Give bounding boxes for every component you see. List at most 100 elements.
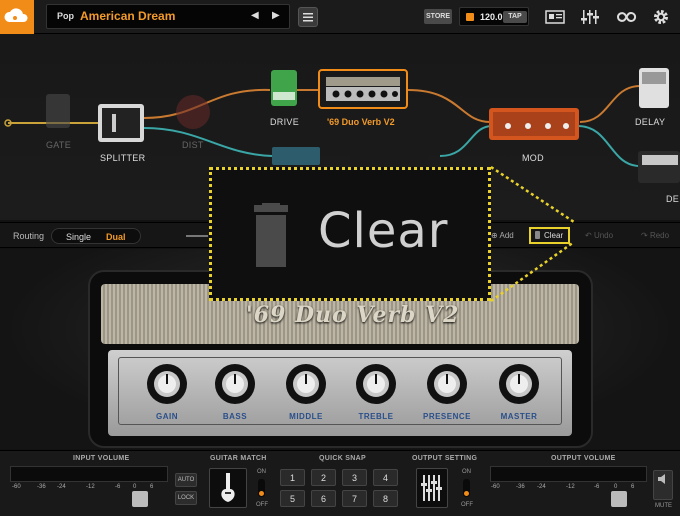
store-button[interactable]: STORE — [424, 9, 452, 24]
routing-divider — [186, 235, 208, 237]
guitar-icon — [221, 473, 235, 502]
mute-button[interactable] — [653, 470, 673, 500]
quick-snap-title: QUICK SNAP — [319, 455, 366, 462]
routing-dual-option[interactable]: Dual — [106, 232, 126, 242]
undo-icon: ↶ — [585, 231, 594, 240]
middle-label: MIDDLE — [289, 412, 323, 421]
snap-5-button[interactable]: 5 — [280, 490, 305, 507]
amp-logo: '69 Duo Verb V2 — [246, 302, 460, 328]
delay-2-label[interactable]: DE — [666, 194, 679, 204]
gain-knob[interactable] — [145, 362, 189, 406]
cloud-logo-icon[interactable] — [0, 0, 34, 34]
master-knob[interactable] — [497, 362, 541, 406]
drive-label[interactable]: DRIVE — [270, 117, 299, 127]
gear-icon[interactable] — [652, 8, 670, 26]
lock-button[interactable]: LOCK — [175, 491, 197, 505]
tap-button[interactable]: TAP — [503, 11, 527, 23]
undo-label: Undo — [593, 231, 614, 240]
clear-label: Clear — [544, 231, 564, 240]
output-setting-off: OFF — [461, 502, 473, 508]
guitar-match-button[interactable] — [209, 468, 247, 508]
bass-label: BASS — [222, 412, 248, 421]
amp-label[interactable]: '69 Duo Verb V2 — [327, 117, 395, 127]
clear-button[interactable]: Clear — [529, 227, 570, 244]
input-scale-0: -60 — [12, 484, 21, 490]
master-label: MASTER — [500, 412, 538, 421]
trash-icon — [535, 231, 540, 239]
auto-button[interactable]: AUTO — [175, 473, 197, 487]
splitter-label[interactable]: SPLITTER — [100, 153, 145, 163]
delay-label[interactable]: DELAY — [635, 117, 665, 127]
output-scale-6: 6 — [631, 484, 635, 490]
output-scale-4: -6 — [594, 484, 600, 490]
mute-label: MUTE — [655, 503, 672, 509]
output-setting-title: OUTPUT SETTING — [412, 455, 478, 462]
output-setting-switch[interactable] — [463, 479, 470, 497]
snap-4-button[interactable]: 4 — [373, 469, 398, 486]
output-setting-button[interactable] — [416, 468, 448, 508]
snap-1-button[interactable]: 1 — [280, 469, 305, 486]
redo-button[interactable]: ↷ Redo — [641, 231, 669, 240]
input-scale-4: -6 — [115, 484, 121, 490]
snap-3-button[interactable]: 3 — [342, 469, 367, 486]
output-scale-0: -60 — [491, 484, 500, 490]
treble-label: TREBLE — [358, 412, 394, 421]
top-bar: Pop American Dream ◀ ▶ STORE 120.0 TAP — [0, 0, 680, 34]
input-scale-6: 6 — [150, 484, 154, 490]
output-scale-5: 0 — [614, 484, 618, 490]
mod-label[interactable]: MOD — [522, 153, 544, 163]
snap-6-button[interactable]: 6 — [311, 490, 336, 507]
output-volume-title: OUTPUT VOLUME — [551, 455, 616, 462]
snap-7-button[interactable]: 7 — [342, 490, 367, 507]
gate-label[interactable]: GATE — [46, 140, 71, 150]
guitar-match-switch[interactable] — [258, 479, 265, 497]
preset-name: American Dream — [80, 9, 176, 23]
menu-icon[interactable] — [298, 7, 318, 27]
preset-selector[interactable]: Pop American Dream ◀ ▶ — [46, 4, 290, 29]
preset-genre: Pop — [57, 11, 74, 21]
prev-preset-button[interactable]: ◀ — [251, 10, 259, 21]
routing-single-option[interactable]: Single — [66, 232, 91, 242]
sliders-icon — [421, 475, 442, 501]
snap-8-button[interactable]: 8 — [373, 490, 398, 507]
add-label: Add — [499, 231, 514, 240]
mixer-icon[interactable] — [580, 8, 600, 26]
guitar-match-title: GUITAR MATCH — [210, 455, 267, 462]
treble-knob[interactable] — [354, 362, 398, 406]
bass-knob[interactable] — [213, 362, 257, 406]
undo-button[interactable]: ↶ Undo — [585, 231, 613, 240]
presence-label: PRESENCE — [422, 412, 471, 421]
output-scale-1: -36 — [516, 484, 525, 490]
redo-icon: ↷ — [641, 231, 650, 240]
output-volume-slider[interactable] — [611, 491, 627, 507]
link-icon[interactable] — [614, 8, 638, 26]
routing-label: Routing — [13, 231, 45, 241]
add-button[interactable]: ⊕ Add — [491, 231, 514, 240]
zoom-clear-label: Clear — [318, 203, 449, 259]
redo-label: Redo — [649, 231, 670, 240]
output-setting-on: ON — [462, 469, 471, 475]
input-volume-meter — [10, 466, 168, 482]
dist-label[interactable]: DIST — [182, 140, 204, 150]
gain-label: GAIN — [156, 412, 178, 421]
tempo-control[interactable]: 120.0 TAP — [459, 7, 529, 26]
presets-list-icon[interactable] — [545, 8, 565, 26]
output-volume-meter — [490, 466, 647, 482]
output-scale-3: -12 — [566, 484, 575, 490]
lock-icon[interactable] — [466, 13, 474, 21]
speaker-icon — [658, 474, 665, 484]
input-scale-3: -12 — [86, 484, 95, 490]
trash-icon — [248, 203, 294, 267]
input-volume-slider[interactable] — [132, 491, 148, 507]
input-scale-5: 0 — [133, 484, 137, 490]
tempo-value: 120.0 — [480, 12, 503, 22]
next-preset-button[interactable]: ▶ — [272, 10, 280, 21]
app-window: Pop American Dream ◀ ▶ STORE 120.0 TAP G… — [0, 0, 680, 516]
input-volume-title: INPUT VOLUME — [73, 455, 130, 462]
routing-toggle[interactable]: Single Dual — [51, 228, 141, 244]
snap-2-button[interactable]: 2 — [311, 469, 336, 486]
middle-knob[interactable] — [284, 362, 328, 406]
guitar-match-off: OFF — [256, 502, 268, 508]
guitar-match-on: ON — [257, 469, 266, 475]
presence-knob[interactable] — [425, 362, 469, 406]
